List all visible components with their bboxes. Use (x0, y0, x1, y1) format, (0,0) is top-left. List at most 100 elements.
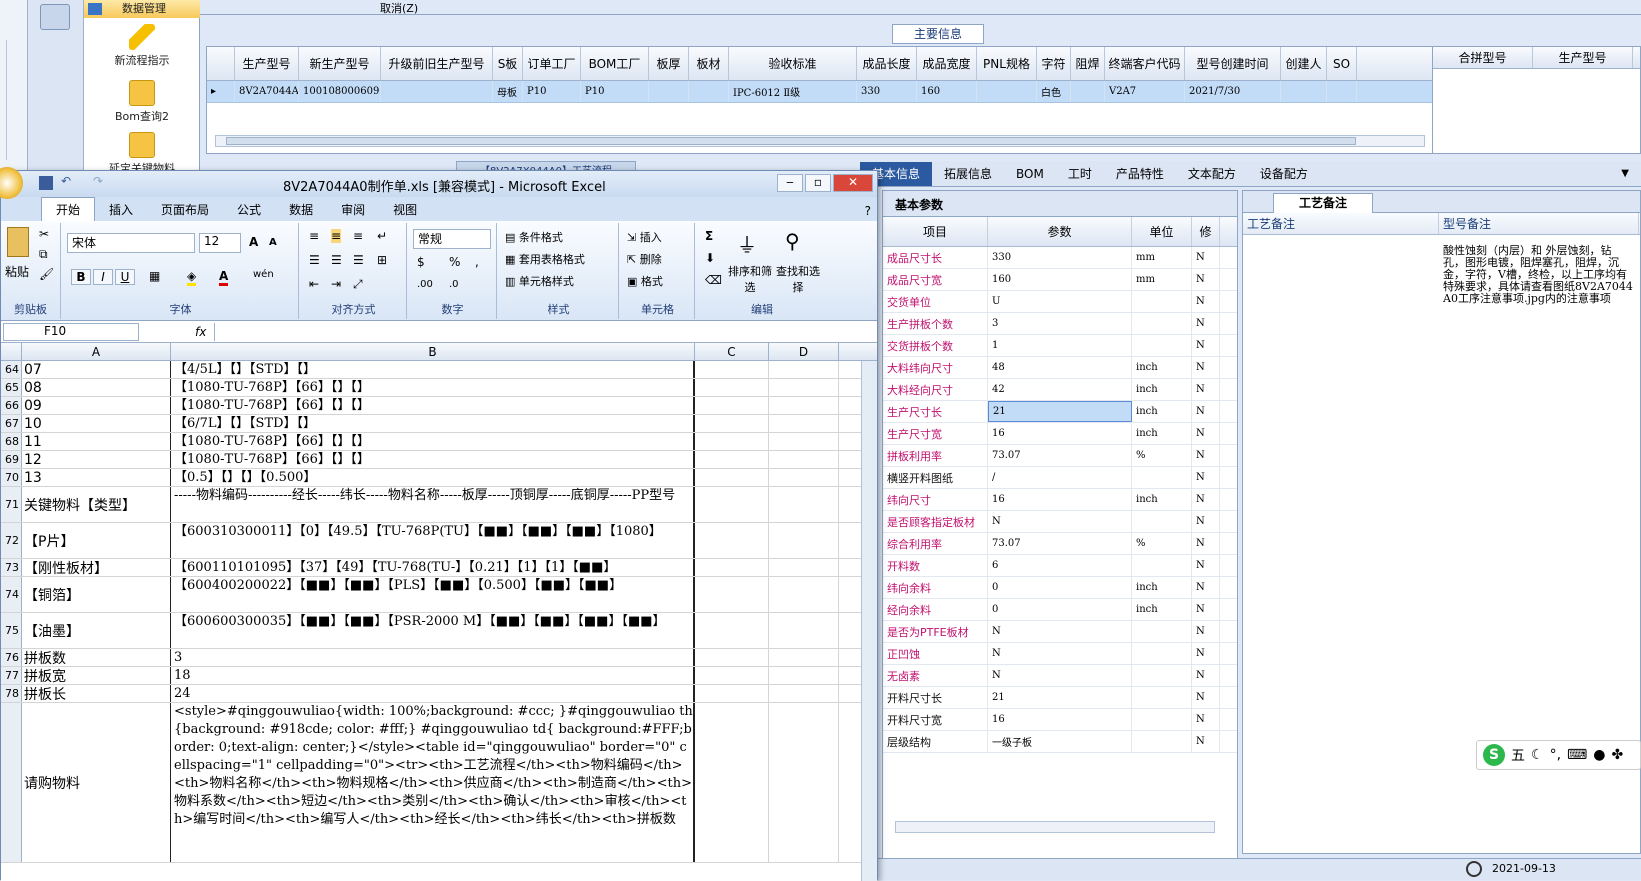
grid-cell[interactable]: IPC-6012 Ⅱ级 (729, 81, 857, 102)
tab-review[interactable]: 审阅 (327, 198, 379, 221)
row-number[interactable]: 71 (1, 487, 22, 522)
cell-c[interactable] (695, 379, 769, 396)
cell-a[interactable]: 拼板数 (22, 649, 171, 666)
grid-cell[interactable]: 2021/7/30 (1185, 81, 1281, 102)
cell-b[interactable]: 【6/7L】【】【STD】【】 (171, 415, 695, 432)
grid-cell[interactable]: 8V2A7044A0 (235, 81, 299, 102)
scroll-thumb[interactable] (226, 137, 1356, 145)
grid-cell[interactable]: 白色 (1037, 81, 1071, 102)
merge-icon[interactable]: ⊞ (377, 253, 387, 267)
grid-cell[interactable] (1281, 81, 1327, 102)
param-value[interactable]: / (988, 467, 1132, 488)
row-number[interactable]: 68 (1, 433, 22, 450)
select-all-corner[interactable] (1, 343, 22, 360)
apps-icon[interactable]: ✤ (1611, 747, 1623, 763)
name-box[interactable]: F10 (3, 322, 139, 341)
paste-icon[interactable] (7, 227, 29, 257)
param-row[interactable]: 生产尺寸长 21 inch N (883, 401, 1237, 423)
param-value[interactable]: 21 (988, 401, 1132, 422)
clear-icon[interactable]: ⌫ (705, 273, 722, 287)
ime-mode[interactable]: 五 (1511, 745, 1525, 765)
moon-icon[interactable]: ☾ (1531, 747, 1544, 763)
percent-icon[interactable]: % (449, 255, 460, 269)
cell-c[interactable] (695, 523, 769, 558)
cell-c[interactable] (695, 649, 769, 666)
row-number[interactable]: 77 (1, 667, 22, 684)
cell-c[interactable] (695, 487, 769, 522)
grid-col-header[interactable]: 成品长度 (857, 47, 917, 80)
align-middle-icon[interactable]: ≡ (331, 229, 342, 243)
param-row[interactable]: 正凹蚀 N N (883, 643, 1237, 665)
indent-decrease-icon[interactable]: ⇤ (309, 277, 319, 291)
grid-col-header[interactable]: 生产型号 (235, 47, 299, 80)
grid-col-header[interactable]: 创建人 (1281, 47, 1327, 80)
find-select-button[interactable]: 查找和选择 (775, 263, 821, 295)
cell-b[interactable]: 3 (171, 649, 695, 666)
param-value[interactable]: N (988, 643, 1132, 664)
format-as-table-button[interactable]: ▦ 套用表格格式 (505, 251, 585, 267)
row-number[interactable]: 66 (1, 397, 22, 414)
cell-a[interactable]: 【刚性板材】 (22, 559, 171, 576)
grid-col-header[interactable]: PNL规格 (977, 47, 1037, 80)
param-value[interactable]: 73.07 (988, 445, 1132, 466)
cell-c[interactable] (695, 685, 769, 702)
format-cells-button[interactable]: ▣ 格式 (627, 273, 663, 289)
cut-icon[interactable]: ✂ (39, 227, 49, 241)
currency-icon[interactable]: $ (417, 255, 425, 269)
cell-d[interactable] (769, 487, 839, 522)
cell-a[interactable]: 12 (22, 451, 171, 468)
col-header-c[interactable]: C (695, 343, 769, 360)
param-row[interactable]: 大料纬向尺寸 48 inch N (883, 357, 1237, 379)
cell-b[interactable]: 【0.5】【】【】【0.500】 (171, 469, 695, 486)
param-value[interactable]: 330 (988, 247, 1132, 268)
cell-d[interactable] (769, 379, 839, 396)
cell-c[interactable] (695, 559, 769, 576)
nav-item-bom-query[interactable]: Bom查询2 (84, 80, 200, 124)
cell-d[interactable] (769, 703, 839, 862)
grid-col-header[interactable]: 验收标准 (729, 47, 857, 80)
minimize-button[interactable]: ‒ (777, 174, 803, 192)
grid-col-header[interactable]: S板 (493, 47, 523, 80)
number-format-select[interactable]: 常规 (413, 229, 491, 249)
cell-a[interactable]: 请购物料 (22, 703, 171, 862)
grow-font-icon[interactable]: A (249, 235, 258, 249)
param-value[interactable]: 0 (988, 577, 1132, 598)
grid-cell[interactable]: 母板 (493, 81, 523, 102)
param-row[interactable]: 是否顾客指定板材 N N (883, 511, 1237, 533)
format-painter-icon[interactable]: 🖌 (39, 267, 54, 281)
cell-d[interactable] (769, 469, 839, 486)
cell-a[interactable]: 【P片】 (22, 523, 171, 558)
tab-view[interactable]: 视图 (379, 198, 431, 221)
tab-extended-info[interactable]: 拓展信息 (932, 165, 1004, 182)
cell-d[interactable] (769, 667, 839, 684)
decrease-decimal-icon[interactable]: .0 (449, 279, 459, 290)
grid-cell[interactable] (1071, 81, 1105, 102)
cell-b[interactable]: 【4/5L】【】【STD】【】 (171, 361, 695, 378)
chevron-down-icon[interactable]: ▼ (1609, 168, 1641, 179)
cell-a[interactable]: 09 (22, 397, 171, 414)
font-color-icon[interactable]: A (219, 269, 229, 286)
cell-a[interactable]: 【铜箔】 (22, 577, 171, 612)
cell-b[interactable]: 【1080-TU-768P】【66】【】【】 (171, 397, 695, 414)
tab-bom[interactable]: BOM (1004, 167, 1056, 181)
param-row[interactable]: 经向余料 0 inch N (883, 599, 1237, 621)
grid-cell[interactable] (689, 81, 729, 102)
grid-col-header[interactable]: SO (1327, 47, 1357, 80)
grid-cell[interactable] (381, 81, 493, 102)
param-value[interactable]: N (988, 621, 1132, 642)
param-row[interactable]: 拼板利用率 73.07% N (883, 445, 1237, 467)
bold-button[interactable]: B (71, 269, 91, 285)
cell-d[interactable] (769, 415, 839, 432)
row-number[interactable]: 69 (1, 451, 22, 468)
cell-c[interactable] (695, 703, 769, 862)
tab-home[interactable]: 开始 (41, 197, 96, 221)
model-note-text[interactable]: 酸性蚀刻（内层）和 外层蚀刻，钻孔，图形电镀，阻焊塞孔，阻焊，沉金，字符，V槽，… (1443, 245, 1633, 305)
orientation-icon[interactable]: ⤢ (353, 277, 363, 292)
param-row[interactable]: 纬向尺寸 16 inch N (883, 489, 1237, 511)
tab-text-recipe[interactable]: 文本配方 (1176, 165, 1248, 182)
delete-cells-button[interactable]: ⇱ 删除 (627, 251, 662, 267)
param-row[interactable]: 无卤素 N N (883, 665, 1237, 687)
tab-formulas[interactable]: 公式 (223, 198, 275, 221)
row-number[interactable]: 75 (1, 613, 22, 648)
grid-cell[interactable]: P10 (523, 81, 581, 102)
